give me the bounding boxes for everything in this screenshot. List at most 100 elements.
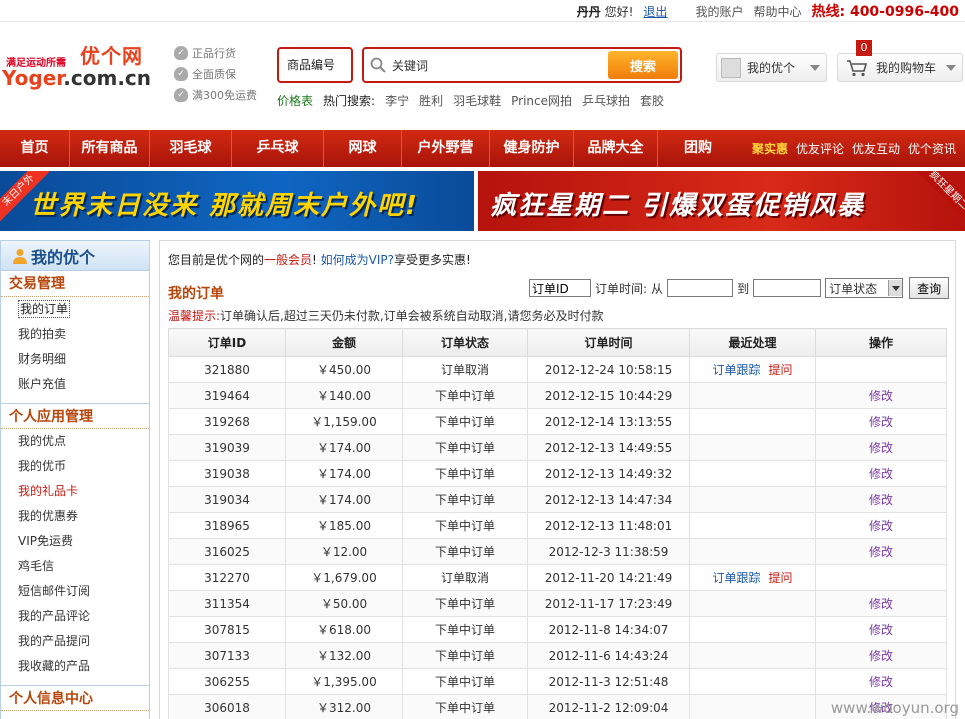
order-id[interactable]: 306255 <box>168 668 286 695</box>
order-id[interactable]: 307133 <box>168 642 286 669</box>
search-button[interactable]: 搜索 <box>608 51 678 79</box>
nav-badminton[interactable]: 羽毛球 <box>150 130 232 167</box>
order-id[interactable]: 312270 <box>168 564 286 591</box>
edit-order-link[interactable]: 修改 <box>869 389 893 403</box>
edit-order-link[interactable]: 修改 <box>869 649 893 663</box>
sidebar-item-my-orders[interactable]: 我的订单 <box>1 297 149 322</box>
order-status: 下单中订单 <box>402 538 528 565</box>
sidebar-item-messages[interactable]: 鸡毛信 <box>1 554 149 579</box>
nav-all-products[interactable]: 所有商品 <box>70 130 150 167</box>
col-amount: 金额 <box>285 328 403 357</box>
track-order-link[interactable]: 订单跟踪 <box>712 363 760 377</box>
logout-link[interactable]: 退出 <box>643 3 667 20</box>
edit-order-link[interactable]: 修改 <box>869 519 893 533</box>
edit-order-link[interactable]: 修改 <box>869 493 893 507</box>
banner-outdoor[interactable]: 末日户外 世界末日没来 那就周末户外吧! <box>0 171 474 231</box>
table-row: 319038 ￥174.00 下单中订单 2012-12-13 14:49:32 修改 <box>168 460 947 487</box>
sidebar-item-subscriptions[interactable]: 短信邮件订阅 <box>1 579 149 604</box>
edit-order-link[interactable]: 修改 <box>869 415 893 429</box>
top-bar: 丹丹 您好! 退出 我的账户 帮助中心 热线: 400-0996-400 <box>0 0 965 22</box>
edit-order-link[interactable]: 修改 <box>869 623 893 637</box>
my-account-link[interactable]: 我的账户 <box>695 3 743 20</box>
edit-order-link[interactable]: 修改 <box>869 441 893 455</box>
nav-brands[interactable]: 品牌大全 <box>574 130 658 167</box>
sidebar-item-favorites[interactable]: 我收藏的产品 <box>1 654 149 679</box>
sidebar-item-reviews[interactable]: 我的产品评论 <box>1 604 149 629</box>
help-center-link[interactable]: 帮助中心 <box>753 3 801 20</box>
sidebar-item-coins[interactable]: 我的优币 <box>1 454 149 479</box>
order-status-select[interactable]: 订单状态 <box>825 278 904 298</box>
search-input[interactable] <box>392 55 602 75</box>
nav-fitness[interactable]: 健身防护 <box>490 130 574 167</box>
edit-order-link[interactable]: 修改 <box>869 597 893 611</box>
hot-keyword[interactable]: 羽毛球鞋 <box>453 92 501 109</box>
nav-group-buy[interactable]: 团购 <box>658 130 738 167</box>
nav-table-tennis[interactable]: 乒乓球 <box>232 130 324 167</box>
sidebar-item-finance[interactable]: 财务明细 <box>1 347 149 372</box>
sidebar-item-points[interactable]: 我的优点 <box>1 429 149 454</box>
sidebar-item-vip-shipping[interactable]: VIP免运费 <box>1 529 149 554</box>
nav-outdoor[interactable]: 户外野营 <box>402 130 490 167</box>
order-id[interactable]: 319268 <box>168 408 286 435</box>
track-order-link[interactable]: 订单跟踪 <box>712 571 760 585</box>
nav-sub-news[interactable]: 优个资讯 <box>908 140 956 157</box>
ask-question-link[interactable]: 提问 <box>769 363 793 377</box>
table-row: 319039 ￥174.00 下单中订单 2012-12-13 14:49:55 修改 <box>168 434 947 461</box>
nav-tennis[interactable]: 网球 <box>324 130 402 167</box>
nav-sub-interaction[interactable]: 优友互动 <box>852 140 900 157</box>
sidebar-item-auctions[interactable]: 我的拍卖 <box>1 322 149 347</box>
cart-dropdown[interactable]: 我的购物车 <box>837 53 963 82</box>
badge-free-shipping: ✓ 满300免运费 <box>174 84 274 105</box>
search-icon <box>370 57 386 73</box>
site-logo[interactable]: 满足运动所需 优个网 Yoger.com.cn <box>2 38 154 90</box>
my-youge-dropdown[interactable]: 我的优个 <box>716 53 827 82</box>
from-label: 从 <box>651 281 664 296</box>
order-id[interactable]: 319039 <box>168 434 286 461</box>
order-id[interactable]: 316025 <box>168 538 286 565</box>
hot-keyword[interactable]: 乒乓球拍 <box>582 92 630 109</box>
sidebar-item-gift-card[interactable]: 我的礼品卡 <box>1 479 149 504</box>
price-table-link[interactable]: 价格表 <box>277 92 313 109</box>
date-to-input[interactable] <box>753 279 822 297</box>
vip-link[interactable]: 如何成为VIP? <box>321 253 394 267</box>
hot-keyword[interactable]: 李宁 <box>385 92 409 109</box>
banner-tuesday-sale[interactable]: 疯狂星期二 引爆双蛋促销风暴 疯狂星期二 <box>478 171 965 231</box>
order-id[interactable]: 311354 <box>168 590 286 617</box>
table-row: 319034 ￥174.00 下单中订单 2012-12-13 14:47:34 修改 <box>168 486 947 513</box>
sidebar-item-questions[interactable]: 我的产品提问 <box>1 629 149 654</box>
nav-sub-deals[interactable]: 聚实惠 <box>752 140 788 157</box>
order-id[interactable]: 307815 <box>168 616 286 643</box>
order-id[interactable]: 306018 <box>168 694 286 719</box>
chevron-down-icon <box>946 64 956 71</box>
order-recent: 订单跟踪 提问 <box>689 356 816 383</box>
sidebar-item-recharge[interactable]: 账户充值 <box>1 372 149 397</box>
order-id[interactable]: 319034 <box>168 486 286 513</box>
order-amount: ￥50.00 <box>285 590 403 617</box>
ask-question-link[interactable]: 提问 <box>769 571 793 585</box>
edit-order-link[interactable]: 修改 <box>869 675 893 689</box>
order-id[interactable]: 319464 <box>168 382 286 409</box>
order-time-label: 订单时间: <box>595 281 648 296</box>
edit-order-link[interactable]: 修改 <box>869 467 893 481</box>
order-id[interactable]: 321880 <box>168 356 286 383</box>
order-id[interactable]: 318965 <box>168 512 286 539</box>
order-amount: ￥132.00 <box>285 642 403 669</box>
edit-order-link[interactable]: 修改 <box>869 545 893 559</box>
nav-sub-reviews[interactable]: 优友评论 <box>796 140 844 157</box>
sidebar-item-coupons[interactable]: 我的优惠券 <box>1 504 149 529</box>
query-button[interactable]: 查询 <box>909 277 950 299</box>
order-status: 下单中订单 <box>402 460 528 487</box>
hot-keyword[interactable]: Prince网拍 <box>511 92 572 109</box>
nav-home[interactable]: 首页 <box>0 130 70 167</box>
order-id[interactable]: 319038 <box>168 460 286 487</box>
date-from-input[interactable] <box>667 279 734 297</box>
order-recent <box>689 668 816 695</box>
order-id-input[interactable] <box>529 279 591 297</box>
order-recent <box>689 408 816 435</box>
hot-keyword[interactable]: 胜利 <box>419 92 443 109</box>
order-time: 2012-12-13 11:48:01 <box>527 512 690 539</box>
order-status: 订单取消 <box>402 356 528 383</box>
hot-keyword[interactable]: 套胶 <box>640 92 664 109</box>
search-category-select[interactable]: 商品编号 <box>277 47 353 83</box>
order-actions: 修改 <box>815 512 947 539</box>
